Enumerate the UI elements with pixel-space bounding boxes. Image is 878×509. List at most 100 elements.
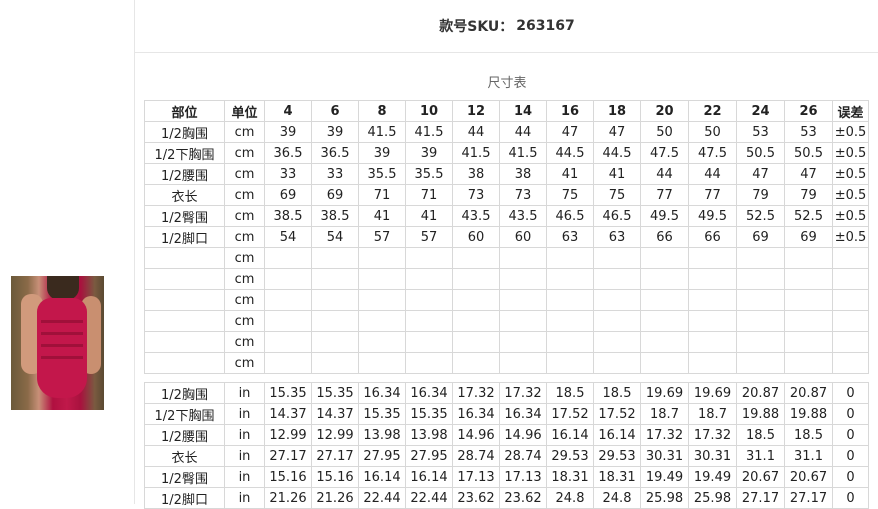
table-row: 1/2脚口 in 21.26 21.26 22.44 22.44 23.62 23.62 24.… bbox=[144, 487, 869, 509]
table-cell bbox=[499, 310, 547, 332]
table-cell-unit: cm bbox=[224, 163, 265, 185]
table-cell: 79 bbox=[784, 184, 833, 206]
table-cell: 6 bbox=[311, 100, 359, 122]
table-cell bbox=[784, 268, 833, 290]
table-cell bbox=[311, 268, 359, 290]
table-cell: 69 bbox=[311, 184, 359, 206]
table-cell-unit: in bbox=[224, 424, 265, 446]
table-cell: 17.13 bbox=[499, 466, 547, 488]
table-cell: 47 bbox=[546, 121, 594, 143]
table-cell: 39 bbox=[264, 121, 312, 143]
table-cell bbox=[593, 352, 641, 374]
table-cell bbox=[311, 352, 359, 374]
table-cell bbox=[640, 289, 689, 311]
table-cell: 57 bbox=[405, 226, 453, 248]
table-cell-part: 1/2脚口 bbox=[144, 226, 225, 248]
table-cell: 36.5 bbox=[264, 142, 312, 164]
table-cell bbox=[640, 268, 689, 290]
table-cell: 57 bbox=[358, 226, 406, 248]
table-cell: 16.14 bbox=[546, 424, 594, 446]
table-cell: 15.35 bbox=[311, 382, 359, 404]
table-cell: 39 bbox=[405, 142, 453, 164]
table-cell-part bbox=[144, 268, 225, 290]
table-cell: 60 bbox=[452, 226, 500, 248]
table-cell: 17.32 bbox=[452, 382, 500, 404]
table-cell-unit: cm bbox=[224, 247, 265, 269]
table-cell: ±0.5 bbox=[832, 184, 869, 206]
table-cell: 53 bbox=[784, 121, 833, 143]
table-cell bbox=[688, 331, 737, 353]
table-cell: 49.5 bbox=[688, 205, 737, 227]
table-cell-part: 1/2下胸围 bbox=[144, 403, 225, 425]
table-cell: 79 bbox=[736, 184, 785, 206]
table-cell bbox=[593, 268, 641, 290]
table-cell bbox=[264, 247, 312, 269]
table-cell: 22.44 bbox=[405, 487, 453, 509]
table-cell: 44.5 bbox=[546, 142, 594, 164]
table-cell bbox=[311, 310, 359, 332]
table-cell bbox=[358, 352, 406, 374]
table-cell: 50.5 bbox=[784, 142, 833, 164]
table-cell-part bbox=[144, 331, 225, 353]
table-cell: 0 bbox=[832, 403, 869, 425]
table-cell bbox=[358, 331, 406, 353]
table-cell: ±0.5 bbox=[832, 163, 869, 185]
table-cell: 44 bbox=[499, 121, 547, 143]
table-cell bbox=[832, 331, 869, 353]
table-cell bbox=[688, 247, 737, 269]
table-cell: 35.5 bbox=[358, 163, 406, 185]
table-cell-unit: cm bbox=[224, 268, 265, 290]
table-cell-unit: in bbox=[224, 466, 265, 488]
table-cell: 15.35 bbox=[264, 382, 312, 404]
table-cell: 69 bbox=[264, 184, 312, 206]
table-cell-unit: 单位 bbox=[224, 100, 265, 122]
table-cell: 44.5 bbox=[593, 142, 641, 164]
table-cell bbox=[832, 268, 869, 290]
table-cell-part: 1/2胸围 bbox=[144, 382, 225, 404]
table-cell: 10 bbox=[405, 100, 453, 122]
table-cell: 27.17 bbox=[311, 445, 359, 467]
table-cell bbox=[784, 247, 833, 269]
table-row: cm bbox=[144, 310, 869, 332]
table-row: 衣长 cm 69 69 71 71 73 73 75 75 77 77 79 79 ±0.5 bbox=[144, 184, 869, 206]
sku-value: 263167 bbox=[516, 18, 575, 34]
table-cell: 14.96 bbox=[499, 424, 547, 446]
table-cell: 41 bbox=[405, 205, 453, 227]
table-cell: 73 bbox=[452, 184, 500, 206]
table-cell bbox=[688, 310, 737, 332]
product-thumbnail[interactable] bbox=[11, 276, 104, 410]
table-cell: 19.69 bbox=[688, 382, 737, 404]
table-cell bbox=[264, 352, 312, 374]
table-cell: 23.62 bbox=[452, 487, 500, 509]
table-cell: ±0.5 bbox=[832, 226, 869, 248]
table-cell bbox=[452, 268, 500, 290]
table-cell: 16.34 bbox=[405, 382, 453, 404]
table-cell: 16.14 bbox=[405, 466, 453, 488]
table-cell: 43.5 bbox=[499, 205, 547, 227]
table-cell bbox=[405, 331, 453, 353]
table-cell: 28.74 bbox=[452, 445, 500, 467]
table-cell: 13.98 bbox=[405, 424, 453, 446]
table-cell bbox=[546, 268, 594, 290]
table-cell: 77 bbox=[640, 184, 689, 206]
table-cell: 31.1 bbox=[736, 445, 785, 467]
table-cell: 16.14 bbox=[358, 466, 406, 488]
table-cell: 44 bbox=[688, 163, 737, 185]
table-cell: 18.5 bbox=[784, 424, 833, 446]
table-cell-unit: cm bbox=[224, 205, 265, 227]
table-cell: 17.52 bbox=[593, 403, 641, 425]
table-cell bbox=[546, 331, 594, 353]
table-row: cm bbox=[144, 268, 869, 290]
table-cell: 16.34 bbox=[452, 403, 500, 425]
table-cell: 73 bbox=[499, 184, 547, 206]
table-cell bbox=[405, 352, 453, 374]
table-row: 1/2腰围 cm 33 33 35.5 35.5 38 38 41 41 44 44 47 47 ±0.5 bbox=[144, 163, 869, 185]
table-cell: 75 bbox=[593, 184, 641, 206]
sku-header: 款号SKU： 263167 bbox=[135, 0, 878, 53]
table-cell bbox=[264, 268, 312, 290]
table-cell bbox=[688, 289, 737, 311]
table-cell bbox=[499, 268, 547, 290]
table-cell bbox=[311, 247, 359, 269]
table-cell bbox=[405, 247, 453, 269]
table-cell: 39 bbox=[358, 142, 406, 164]
